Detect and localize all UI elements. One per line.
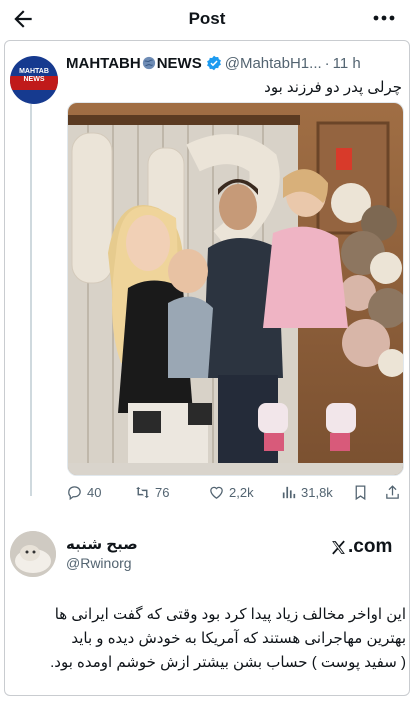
reply-button[interactable]: 40	[66, 484, 101, 501]
repost-text-line: این اواخر مخالف زیاد پیدا کرد بود وقتی ک…	[54, 606, 406, 623]
tweet-text: چرلی پدر دو فرزند بود	[264, 79, 402, 96]
retweet-icon	[136, 486, 149, 499]
top-bar: Post	[0, 0, 414, 38]
repost-avatar[interactable]	[10, 531, 56, 577]
share-button[interactable]	[384, 484, 405, 501]
heart-icon	[210, 486, 223, 499]
repost-text-line: ( سفید پوست ) حساب بشن بیشتر ازش خوشم او…	[50, 654, 406, 671]
repost-text: این اواخر مخالف زیاد پیدا کرد بود وقتی ک…	[8, 603, 406, 675]
bookmark-button[interactable]	[352, 484, 373, 501]
timestamp[interactable]: 11 h	[333, 55, 361, 72]
avatar[interactable]: MAHTAB NEWS	[10, 56, 58, 104]
tweet-photo[interactable]	[67, 102, 404, 476]
analytics-icon	[282, 486, 296, 499]
family-photo-illustration	[68, 103, 403, 475]
thread-line	[30, 104, 32, 496]
reply-count: 40	[87, 485, 102, 500]
view-count: 31,8k	[301, 485, 333, 500]
verified-badge-icon	[206, 55, 221, 71]
author-name-part1: MAHTABH	[66, 54, 141, 72]
tweet-header: MAHTABH NEWS @MahtabH1... · 11 h	[66, 53, 406, 73]
repost-handle[interactable]: @Rwinorg	[66, 555, 132, 571]
repost-text-line: بهترین مهاجرانی هستند که آمریکا به خودش …	[71, 630, 406, 647]
author-handle[interactable]: @MahtabH1...	[225, 55, 322, 72]
retweet-button[interactable]: 76	[134, 484, 169, 501]
views-button[interactable]: 31,8k	[280, 484, 333, 501]
tweet-actions: 40 76 2,2k 31,8k	[66, 484, 406, 504]
reply-icon	[68, 486, 81, 501]
bookmark-icon	[355, 485, 366, 501]
like-button[interactable]: 2,2k	[208, 484, 254, 501]
x-com-brand: .com	[330, 536, 392, 558]
repost-name[interactable]: صبح شنبه	[66, 535, 138, 553]
like-count: 2,2k	[229, 485, 254, 500]
more-horizontal-icon[interactable]	[372, 8, 396, 28]
cat-photo-icon	[10, 531, 56, 577]
avatar-logo-text: MAHTAB NEWS	[19, 68, 49, 83]
x-logo-icon	[332, 540, 345, 554]
separator-dot: ·	[324, 54, 330, 72]
author-name[interactable]: MAHTABH NEWS	[66, 55, 202, 72]
share-icon	[386, 485, 399, 499]
x-com-text: .com	[348, 536, 393, 557]
page-title: Post	[188, 9, 226, 28]
globe-icon	[142, 56, 155, 69]
author-name-part2: NEWS	[156, 54, 202, 72]
retweet-count: 76	[155, 485, 170, 500]
